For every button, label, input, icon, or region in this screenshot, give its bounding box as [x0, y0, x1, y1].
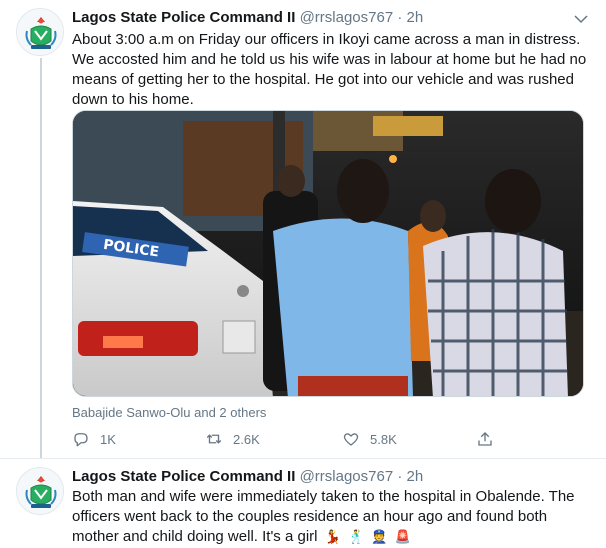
- separator-dot: ·: [397, 468, 403, 485]
- heart-icon: [343, 433, 359, 446]
- share-button[interactable]: [476, 428, 494, 450]
- tweet[interactable]: Lagos State Police Command II @rrslagos7…: [0, 458, 606, 548]
- tweet-header: Lagos State Police Command II @rrslagos7…: [72, 467, 423, 487]
- police-crest-icon: [17, 9, 63, 55]
- tweet-actions: 1K 2.6K 5.8K: [72, 428, 512, 450]
- photo-tag-line[interactable]: Babajide Sanwo-Olu and 2 others: [72, 405, 266, 420]
- thread-line: [40, 58, 42, 458]
- siren-emoji: 🚨: [394, 529, 411, 544]
- dancing-woman-emoji: 💃: [324, 529, 341, 544]
- share-icon: [478, 432, 492, 446]
- tweet-text: Both man and wife were immediately taken…: [72, 487, 588, 547]
- photo-image: POLICE: [73, 111, 583, 396]
- separator-dot: ·: [397, 9, 403, 26]
- tweet-time[interactable]: 2h: [407, 468, 424, 485]
- retweet-count: 2.6K: [233, 431, 260, 447]
- tweet-text: About 3:00 a.m on Friday our officers in…: [72, 31, 587, 108]
- author-name[interactable]: Lagos State Police Command II: [72, 468, 295, 485]
- like-count: 5.8K: [370, 431, 397, 447]
- avatar[interactable]: [16, 467, 64, 515]
- tweet-photo[interactable]: POLICE: [72, 110, 584, 397]
- tweet[interactable]: Lagos State Police Command II @rrslagos7…: [0, 0, 606, 458]
- retweet-icon: [206, 434, 222, 444]
- author-name[interactable]: Lagos State Police Command II: [72, 9, 295, 26]
- reply-icon: [74, 433, 88, 447]
- reply-button[interactable]: 1K: [72, 428, 116, 450]
- tweet-time[interactable]: 2h: [407, 9, 424, 26]
- tweet-header: Lagos State Police Command II @rrslagos7…: [72, 8, 423, 28]
- author-handle[interactable]: @rrslagos767: [300, 468, 394, 485]
- author-handle[interactable]: @rrslagos767: [300, 9, 394, 26]
- chevron-down-icon[interactable]: [572, 10, 590, 28]
- reply-count: 1K: [100, 431, 116, 447]
- dancing-man-emoji: 🕺: [348, 529, 365, 544]
- avatar[interactable]: [16, 8, 64, 56]
- retweet-button[interactable]: 2.6K: [205, 428, 260, 450]
- police-crest-icon: [17, 468, 63, 514]
- police-officer-emoji: 👮: [371, 529, 388, 544]
- like-button[interactable]: 5.8K: [342, 428, 397, 450]
- tweet-text-content: Both man and wife were immediately taken…: [72, 488, 575, 545]
